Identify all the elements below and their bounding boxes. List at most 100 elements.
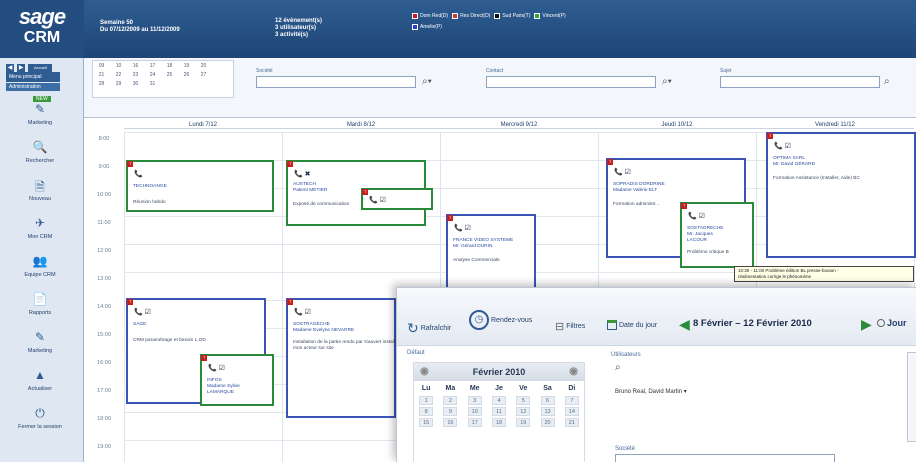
month-day-cell[interactable]: 1 [414,395,438,406]
month-day-cell[interactable]: 21 [560,417,584,428]
day-view-option[interactable]: Jour [877,318,907,328]
month-day-cell[interactable]: 8 [414,406,438,417]
day-header[interactable]: Mercredi 9/12 [440,122,598,129]
day-view-radio[interactable] [877,319,885,327]
mini-calendar-day[interactable]: 16 [127,61,144,70]
month-day-cell[interactable]: 19 [511,417,535,428]
sidebar-item-equipe-crm[interactable]: 👥 Equipe CRM [0,254,80,278]
month-day-cell[interactable]: 5 [511,395,535,406]
month-day-cell[interactable]: 18 [487,417,511,428]
event-sostragreche[interactable]: T 📞 ☑ SOSTRAGECHE Madame Evelyne NEVARRE… [286,298,396,418]
back-button[interactable]: ◀ [6,64,14,72]
mini-calendar-day[interactable]: 30 [127,79,144,88]
sidebar-item-marketing[interactable]: ✎ Marketing [0,330,80,354]
sidebar-item-fermer-la-session[interactable]: ⏻ Fermer la session [0,406,80,430]
month-day-cell[interactable]: 10 [463,406,487,417]
mini-calendar-day[interactable]: 19 [178,61,195,70]
sidebar-item-mon-crm[interactable]: ✈ Mon CRM [0,216,80,240]
month-day-cell[interactable]: 9 [438,406,462,417]
users-select[interactable]: Bruno Real, David Martin ▾ [615,388,687,395]
refresh-button[interactable]: ↻ Rafraîchir [407,320,451,337]
appointment-button[interactable]: ◷ Rendez-vous [469,310,532,330]
sidebar-item-rechercher[interactable]: 🔍 Rechercher [0,140,80,164]
mini-calendar-day[interactable]: 22 [110,70,127,79]
month-day-number: 19 [516,418,531,427]
month-day-cell[interactable]: 12 [511,406,535,417]
time-label: 13:00 [97,276,111,282]
mini-calendar-day[interactable]: 20 [195,61,212,70]
month-day-cell[interactable]: 6 [535,395,559,406]
mini-calendar-day[interactable] [161,79,178,88]
mini-calendar-day[interactable]: 25 [161,70,178,79]
event-tooltip: 10:30 - 11:00 Problème édition BL presse… [734,266,914,282]
month-day-cell[interactable]: 11 [487,406,511,417]
event-infos[interactable]: T 📞 ☑ INFOS Madame Sylvie LAMARQUE [200,354,274,406]
previous-week-button[interactable]: ◀ [679,316,690,333]
day-header[interactable]: Lundi 7/12 [124,122,282,129]
sidebar-item-actualiser[interactable]: ▲ Actualiser [0,368,80,392]
month-day-cell[interactable]: 7 [560,395,584,406]
month-day-cell[interactable]: 13 [535,406,559,417]
mini-calendar-day[interactable]: 21 [93,70,110,79]
next-month-icon[interactable]: ◉ [569,363,578,381]
sujet-search-icon[interactable]: ⌕ [884,76,890,87]
prev-month-icon[interactable]: ◉ [420,363,429,381]
event-technoange[interactable]: T 📞 TECHNOANGE Réunion hebdo [126,160,274,212]
mini-calendar-day[interactable]: 29 [110,79,127,88]
next-week-button[interactable]: ▶ [861,316,872,333]
mini-calendar-day[interactable]: 24 [144,70,161,79]
month-day-cell[interactable]: 17 [463,417,487,428]
day-header[interactable]: Vendredi 11/12 [756,122,914,129]
forward-button[interactable]: ▶ [17,64,26,72]
event-optima[interactable]: T 📞 ☑ OPTIMA SARL Mr. David GÉRARD Forma… [766,132,916,258]
mini-calendar-day[interactable]: 09 [93,61,110,70]
societe-search-icon[interactable]: ⌕▾ [422,76,432,87]
default-section-label: Défaut [407,350,425,356]
administration-link[interactable]: Administration [6,83,60,91]
month-day-cell[interactable]: 15 [414,417,438,428]
mini-calendar-day[interactable] [195,79,212,88]
mini-calendar-day[interactable]: 27 [195,70,212,79]
filter-button[interactable]: ⊟ Filtres [555,320,585,333]
sidebar-item-nouveau[interactable]: 🗎 Nouveau [0,178,80,202]
mini-calendar-day[interactable]: 23 [127,70,144,79]
month-day-cell[interactable]: 20 [535,417,559,428]
user-legend: Dom Red(D) Res Direct(D) Sud Paris(T) Vince… [412,12,592,34]
event-small-mardi[interactable]: T 📞 ☑ [361,188,433,210]
sidebar-item-rapports[interactable]: 📄 Rapports [0,292,80,316]
month-day-cell[interactable]: 14 [560,406,584,417]
menu-principal[interactable]: Menu principal [6,72,60,82]
contact-search-icon[interactable]: ⌕▾ [662,76,672,87]
time-label: 19:00 [97,444,111,450]
event-contact: Madame Evelyne NEVARRE [293,328,355,333]
month-day-cell[interactable]: 2 [438,395,462,406]
sidebar-item-marketing[interactable]: ✎ Marketing [0,102,80,126]
mini-calendar-day[interactable]: 10 [110,61,127,70]
month-day-cell[interactable]: 16 [438,417,462,428]
mini-calendar-day[interactable]: 18 [161,61,178,70]
day-header[interactable]: Mardi 8/12 [282,122,440,129]
mini-calendar-day[interactable]: 28 [93,79,110,88]
event-tag: T [362,189,369,195]
mini-calendar-day[interactable] [178,79,195,88]
sujet-input[interactable] [720,76,880,88]
today-button[interactable]: Date du jour [607,320,657,330]
mini-calendar-day[interactable]: 26 [178,70,195,79]
month-day-cell[interactable]: 3 [463,395,487,406]
event-sostagreche[interactable]: T 📞 ☑ SOSTAGRECHE Mr. Jacques LACOUR Pro… [680,202,754,268]
sage-crm-logo[interactable]: sage CRM [0,0,84,58]
contact-input[interactable] [486,76,656,88]
overlay-societe-label: Société [615,446,636,452]
calendar-overlay-window: ↻ Rafraîchir ◷ Rendez-vous ⊟ Filtres Dat… [396,287,916,462]
event-icons: 📞 ☑ [294,309,311,316]
home-button[interactable]: Accueil [28,64,53,72]
users-search-icon[interactable]: ⌕ [615,362,621,373]
event-contact-lastname: LAMARQUE [207,390,234,395]
mini-calendar-day[interactable]: 17 [144,61,161,70]
overlay-societe-input[interactable] [615,454,835,462]
month-day-cell[interactable]: 4 [487,395,511,406]
societe-input[interactable] [256,76,416,88]
mini-calendar-day[interactable]: 31 [144,79,161,88]
overlay-right-list[interactable] [907,352,916,442]
day-header[interactable]: Jeudi 10/12 [598,122,756,129]
